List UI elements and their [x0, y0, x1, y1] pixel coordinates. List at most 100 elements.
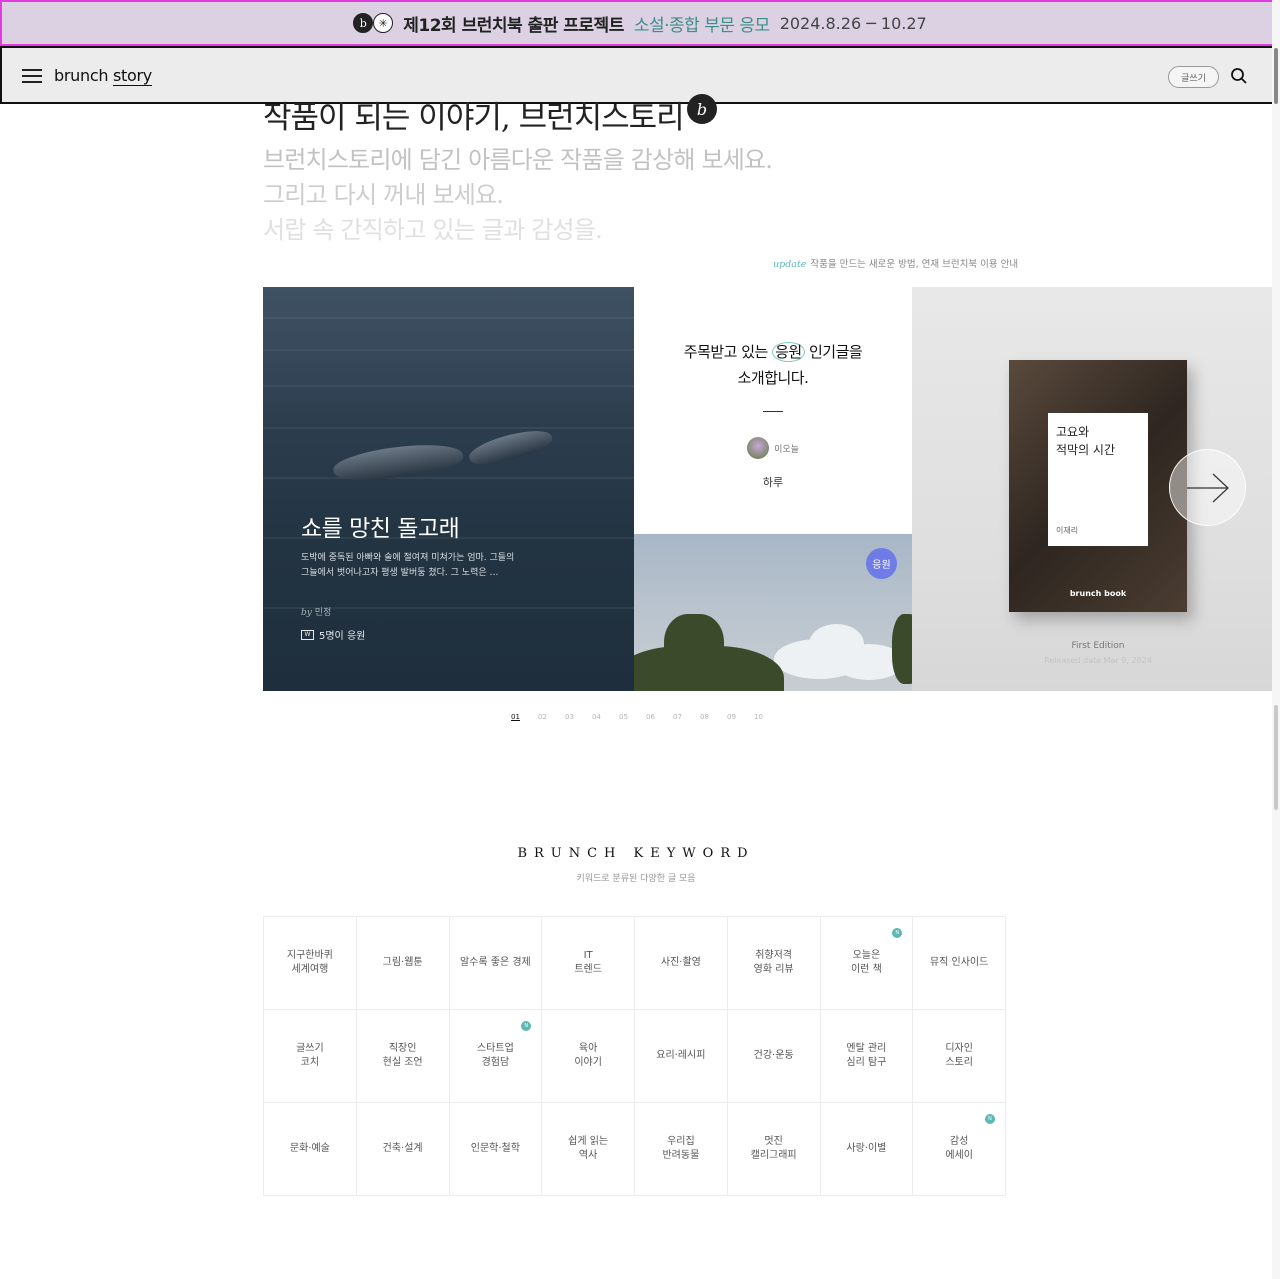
keyword-item[interactable]: 오늘은 이런 책 N: [820, 917, 914, 1010]
page-scrollbar[interactable]: [1272, 0, 1280, 1279]
featured-article-card[interactable]: 쇼를 망친 돌고래 도박에 중독된 아빠와 술에 절여져 미쳐가는 엄마. 그들…: [263, 287, 634, 691]
keyword-label: 사진·촬영: [660, 957, 701, 968]
keyword-item[interactable]: 스타트업 경험담 N: [449, 1010, 543, 1103]
keyword-item[interactable]: 취향저격 영화 리뷰: [727, 917, 821, 1010]
keyword-item[interactable]: 육아 이야기: [542, 1010, 635, 1103]
book-title-line-1: 고요와: [1056, 425, 1090, 439]
author-row[interactable]: 이오늘: [634, 437, 912, 459]
keyword-label: 건축·설계: [382, 1143, 423, 1154]
page-dot[interactable]: 01: [502, 713, 529, 721]
keyword-label: 멘탈 관리 심리 탐구: [846, 1043, 887, 1068]
page-dot[interactable]: 07: [664, 713, 691, 721]
keyword-item[interactable]: 건축·설계: [356, 1103, 450, 1196]
keyword-label: 우리집 반려동물: [662, 1136, 700, 1161]
heading-highlight: 응원: [772, 342, 805, 362]
page-dot[interactable]: 10: [745, 713, 772, 721]
keyword-item[interactable]: 뮤직 인사이드: [913, 917, 1006, 1010]
article-byline: by 민정: [301, 605, 331, 618]
keyword-label: 건강·운동: [753, 1050, 794, 1061]
book-edition: First Edition: [1071, 641, 1125, 651]
keyword-item[interactable]: 요리·레시피: [635, 1010, 728, 1103]
keyword-item[interactable]: 직장인 현실 조언: [356, 1010, 450, 1103]
book-cover[interactable]: 고요와 적막의 시간 이재리 brunch book: [1009, 360, 1187, 612]
keyword-item[interactable]: 쉽게 읽는 역사: [542, 1103, 635, 1196]
keyword-item[interactable]: 멘탈 관리 심리 탐구: [820, 1010, 914, 1103]
cheer-badge: 응원: [866, 548, 897, 579]
brunch-b-icon: b: [687, 94, 717, 124]
logo-part-1: brunch: [54, 66, 109, 85]
carousel-pagination: 01 02 03 04 05 06 07 08 09 10: [502, 713, 772, 721]
keyword-label: 스타트업 경험담: [476, 1043, 514, 1068]
page-dot[interactable]: 05: [610, 713, 637, 721]
keyword-item[interactable]: 글쓰기 코치: [264, 1010, 357, 1103]
keyword-item[interactable]: 디자인 스토리: [913, 1010, 1006, 1103]
book-author: 이재리: [1056, 526, 1079, 535]
new-badge: N: [985, 1114, 995, 1124]
page-dot[interactable]: 02: [529, 713, 556, 721]
book-title: 고요와적막의 시간: [1056, 423, 1115, 459]
keyword-label: 육아 이야기: [574, 1043, 602, 1068]
write-button[interactable]: 글쓰기: [1168, 66, 1219, 88]
update-tag: update: [773, 259, 807, 270]
keyword-section-subtitle: 키워드로 분류된 다양한 글 모음: [576, 874, 696, 884]
keyword-label: 감성 에세이: [945, 1136, 973, 1161]
keyword-label: 사랑·이별: [846, 1143, 887, 1154]
scrollbar-thumb[interactable]: [1274, 705, 1278, 810]
intro-line-3: 서랍 속 간직하고 있는 글과 감성을.: [263, 216, 603, 244]
update-notice[interactable]: update 작품을 만드는 새로운 방법, 연재 브런치북 이용 안내: [773, 256, 1018, 270]
keyword-label: 알수록 좋은 경제: [459, 957, 531, 968]
book-title-panel: 고요와적막의 시간 이재리: [1048, 413, 1148, 546]
brunchstory-logo[interactable]: brunch story: [54, 66, 152, 86]
keyword-label: 그림·웹툰: [382, 957, 423, 968]
cheer-intro-heading: 주목받고 있는 응원 인기글을 소개합니다.: [634, 339, 912, 391]
keyword-item[interactable]: 사진·촬영: [635, 917, 728, 1010]
update-text: 작품을 만드는 새로운 방법, 연재 브런치북 이용 안내: [810, 259, 1019, 270]
page-dot[interactable]: 06: [637, 713, 664, 721]
intro-line-1: 브런치스토리에 담긴 아름다운 작품을 감상해 보세요.: [263, 146, 773, 174]
carousel-next-button[interactable]: [1169, 449, 1246, 526]
intro-title: 작품이 되는 이야기, 브런치스토리: [263, 100, 685, 136]
arrow-right-icon: [1186, 473, 1229, 502]
dolphin-image: [466, 423, 555, 471]
keyword-item[interactable]: 건강·운동: [727, 1010, 821, 1103]
intro-line-2: 그리고 다시 꺼내 보세요.: [263, 181, 504, 209]
keyword-label: 멋진 캘리그래피: [750, 1136, 797, 1161]
keyword-item[interactable]: 우리집 반려동물: [635, 1103, 728, 1196]
keyword-label: 인문학·철학: [470, 1143, 520, 1154]
keyword-item[interactable]: IT 트렌드: [542, 917, 635, 1010]
keyword-item[interactable]: 인문학·철학: [449, 1103, 543, 1196]
star-logo-icon: ✳: [373, 13, 394, 33]
keyword-label: 글쓰기 코치: [296, 1043, 324, 1068]
page-dot[interactable]: 08: [691, 713, 718, 721]
article-subtitle: 하루: [762, 476, 784, 489]
promo-dates: 2024.8.26 ─ 10.27: [779, 13, 927, 33]
cheer-text: 5명이 응원: [319, 631, 366, 642]
keyword-item[interactable]: 감성 에세이 N: [913, 1103, 1006, 1196]
page-dot[interactable]: 09: [718, 713, 745, 721]
promo-logos: b ✳: [353, 13, 394, 33]
keyword-item[interactable]: 지구한바퀴 세계여행: [264, 917, 357, 1010]
keyword-item[interactable]: 알수록 좋은 경제: [449, 917, 543, 1010]
book-title-line-2: 적막의 시간: [1056, 443, 1116, 457]
menu-icon[interactable]: [22, 69, 42, 83]
promo-category: 소설·종합 부문 응모: [633, 15, 770, 36]
promo-banner[interactable]: b ✳ 제12회 브런치북 출판 프로젝트 소설·종합 부문 응모 2024.8…: [0, 0, 1280, 46]
keyword-item[interactable]: 사랑·이별: [820, 1103, 914, 1196]
new-badge: N: [892, 928, 903, 938]
keyword-label: 취향저격 영화 리뷰: [753, 950, 794, 975]
page-dot[interactable]: 03: [556, 713, 583, 721]
search-icon[interactable]: [1230, 67, 1248, 85]
cheer-intro-card[interactable]: 주목받고 있는 응원 인기글을 소개합니다. 이오늘 하루: [634, 287, 912, 534]
keyword-label: 문화·예술: [289, 1143, 330, 1154]
keyword-label: 지구한바퀴 세계여행: [286, 950, 333, 975]
brunch-logo-icon: b: [353, 13, 374, 33]
heading-part-1: 주목받고 있는: [683, 343, 773, 361]
keyword-item[interactable]: 그림·웹툰: [356, 917, 450, 1010]
keyword-item[interactable]: 문화·예술: [264, 1103, 357, 1196]
keyword-label: 디자인 스토리: [945, 1043, 973, 1068]
keyword-section-title: BRUNCH KEYWORD: [517, 846, 755, 861]
keyword-item[interactable]: 멋진 캘리그래피: [727, 1103, 821, 1196]
avatar: [747, 437, 770, 459]
page-dot[interactable]: 04: [583, 713, 610, 721]
heading-part-3: 소개합니다.: [737, 369, 809, 387]
